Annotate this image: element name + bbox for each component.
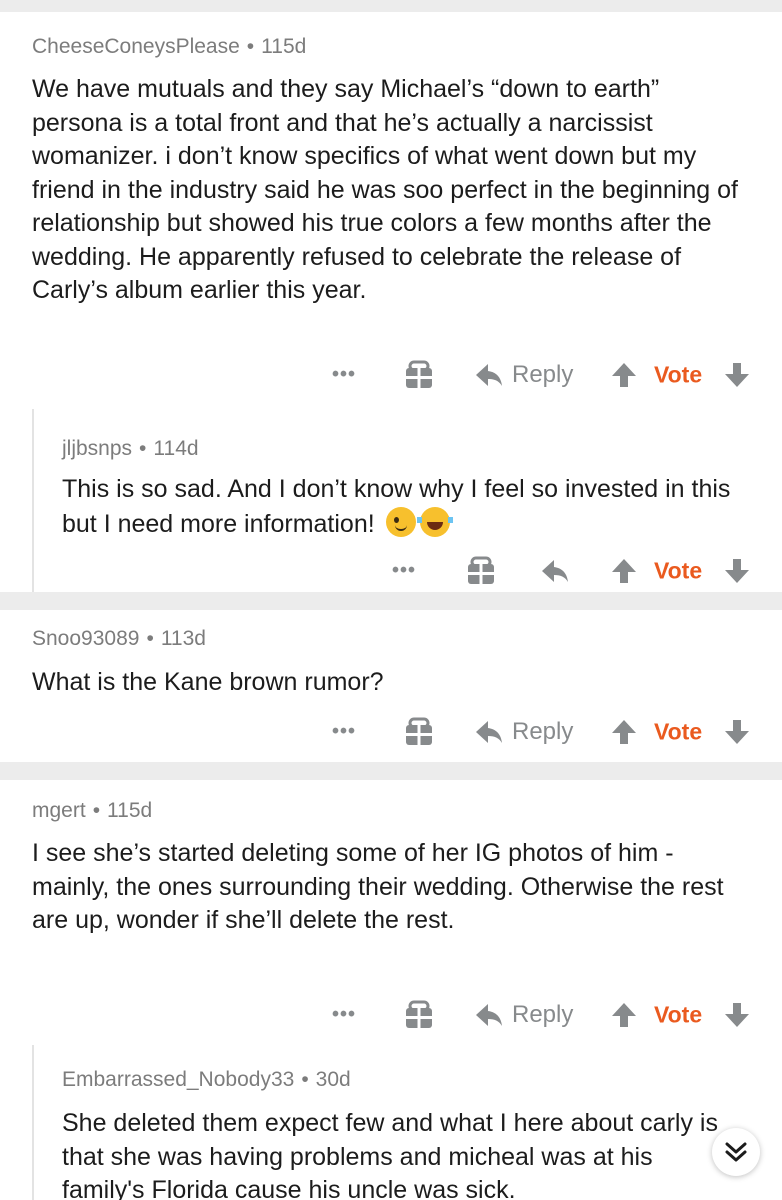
author-name[interactable]: Embarrassed_Nobody33 <box>62 1068 294 1091</box>
award-gift-icon[interactable] <box>466 556 496 586</box>
downvote-arrow-icon[interactable] <box>723 1001 751 1029</box>
comment-meta: jljbsnps • 114d <box>62 437 199 460</box>
upvote-arrow-icon[interactable] <box>610 1001 638 1029</box>
comment-body: We have mutuals and they say Michael’s “… <box>32 75 738 304</box>
vote-count: Vote <box>654 557 703 584</box>
comment-meta: Embarrassed_Nobody33 • 30d <box>62 1068 351 1091</box>
comment-body: What is the Kane brown rumor? <box>32 668 384 696</box>
comment-5-reply: Embarrassed_Nobody33 • 30d She deleted the… <box>0 1045 782 1200</box>
comment-1: CheeseConeysPlease • 115d We have mutuals … <box>0 12 782 409</box>
reply-label: Reply <box>512 718 574 745</box>
vote-count: Vote <box>654 361 703 388</box>
reply-arrow-icon <box>474 719 504 745</box>
comment-actions: ••• Reply Vote <box>0 345 782 405</box>
comment-meta: mgert • 115d <box>32 799 153 822</box>
comment-meta: CheeseConeysPlease • 115d <box>32 35 307 58</box>
top-separator <box>0 0 782 12</box>
award-gift-icon[interactable] <box>404 1000 434 1030</box>
downvote-arrow-icon[interactable] <box>723 557 751 585</box>
comment-age: 113d <box>160 627 206 650</box>
reply-arrow-icon <box>474 362 504 388</box>
thread-line <box>32 1045 34 1200</box>
upvote-arrow-icon[interactable] <box>610 557 638 585</box>
comment-2-reply: jljbsnps • 114d This is so sad. And I don’… <box>0 409 782 592</box>
double-chevron-down-icon <box>723 1139 749 1165</box>
award-gift-icon[interactable] <box>404 717 434 747</box>
winking-face-emoji-icon <box>385 506 416 537</box>
comment-actions: ••• Vote <box>0 541 782 601</box>
more-options-icon[interactable]: ••• <box>332 364 356 387</box>
upvote-arrow-icon[interactable] <box>610 718 638 746</box>
reply-arrow-icon[interactable] <box>540 558 570 584</box>
reply-button[interactable]: Reply <box>474 361 573 389</box>
reply-arrow-icon <box>474 1002 504 1028</box>
downvote-arrow-icon[interactable] <box>723 718 751 746</box>
more-options-icon[interactable]: ••• <box>332 1004 356 1027</box>
comment-meta: Snoo93089 • 113d <box>32 627 206 650</box>
author-name[interactable]: CheeseConeysPlease <box>32 35 240 58</box>
reply-label: Reply <box>512 1001 574 1028</box>
reply-button[interactable]: Reply <box>474 1001 573 1029</box>
comment-3: Snoo93089 • 113d What is the Kane brown ru… <box>0 610 782 762</box>
author-name[interactable]: jljbsnps <box>62 437 132 460</box>
comment-age: 115d <box>107 799 153 822</box>
comment-actions: ••• Reply Vote <box>0 702 782 762</box>
vote-count: Vote <box>654 718 703 745</box>
upvote-arrow-icon[interactable] <box>610 361 638 389</box>
vote-count: Vote <box>654 1001 703 1028</box>
downvote-arrow-icon[interactable] <box>723 361 751 389</box>
comment-age: 115d <box>261 35 307 58</box>
reply-label: Reply <box>512 361 574 388</box>
author-name[interactable]: mgert <box>32 799 86 822</box>
comment-body: She deleted them expect few and what I h… <box>62 1109 718 1200</box>
comment-body: This is so sad. And I don’t know why I f… <box>62 475 731 538</box>
author-name[interactable]: Snoo93089 <box>32 627 139 650</box>
comment-actions: ••• Reply Vote <box>0 985 782 1045</box>
comment-4: mgert • 115d I see she’s started deleting … <box>0 780 782 1045</box>
comment-separator <box>0 762 782 780</box>
reply-button[interactable]: Reply <box>474 718 573 746</box>
comment-age: 30d <box>315 1068 351 1091</box>
scroll-down-button[interactable] <box>712 1128 760 1176</box>
comment-age: 114d <box>153 437 199 460</box>
tears-of-joy-emoji-icon <box>416 506 453 537</box>
more-options-icon[interactable]: ••• <box>332 721 356 744</box>
award-gift-icon[interactable] <box>404 360 434 390</box>
comment-body: I see she’s started deleting some of her… <box>32 839 724 934</box>
more-options-icon[interactable]: ••• <box>392 560 416 583</box>
